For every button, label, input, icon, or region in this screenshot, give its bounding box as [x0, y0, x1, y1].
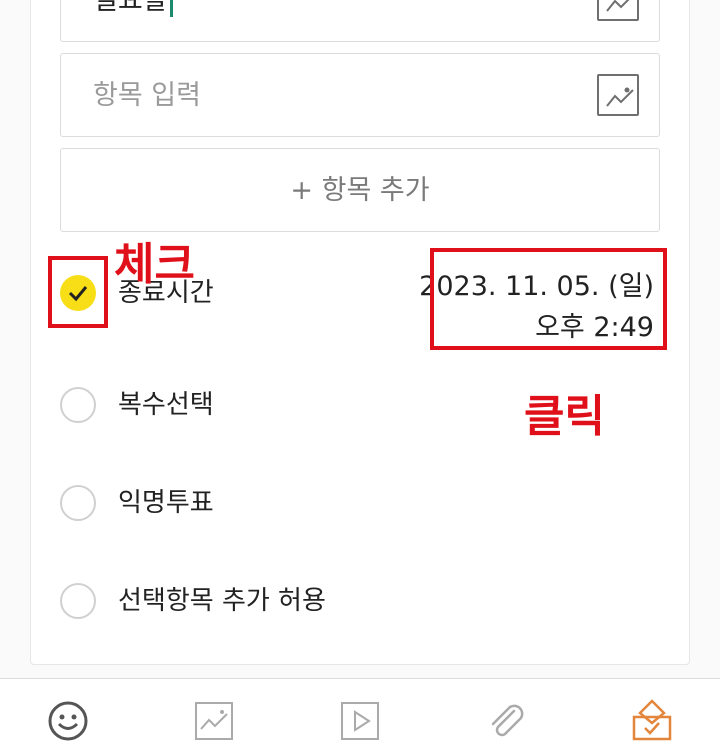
- emoji-button[interactable]: [46, 699, 90, 743]
- attach-icon: [491, 704, 524, 737]
- text-cursor: [169, 0, 173, 17]
- image-icon: [606, 0, 630, 12]
- allow-add-items-label: 선택항목 추가 허용: [118, 586, 326, 616]
- annotation-check-text: 체크: [114, 239, 195, 290]
- bottom-toolbar: [0, 678, 720, 746]
- item-image-button-1[interactable]: [597, 0, 639, 21]
- poll-item-1-text: 필요할: [93, 0, 168, 16]
- emoji-icon: [48, 701, 88, 741]
- image-icon: [606, 87, 634, 107]
- add-item-label: + 항목 추가: [290, 175, 430, 206]
- annotation-click-text: 클릭: [524, 391, 605, 442]
- multiple-choice-checkbox[interactable]: [60, 387, 96, 423]
- image-button[interactable]: [192, 699, 236, 743]
- vote-icon: [632, 699, 672, 741]
- item-image-button-2[interactable]: [597, 74, 639, 116]
- allow-add-items-checkbox[interactable]: [60, 583, 96, 619]
- video-icon: [341, 702, 379, 740]
- annotation-check-highlight: [48, 256, 108, 328]
- video-button[interactable]: [338, 699, 382, 743]
- poll-item-field-1[interactable]: 필요할: [60, 0, 660, 42]
- anonymous-vote-label: 익명투표: [118, 488, 214, 518]
- add-item-button[interactable]: + 항목 추가: [60, 148, 660, 232]
- attach-button[interactable]: [484, 699, 528, 743]
- image-icon: [195, 702, 233, 740]
- vote-button[interactable]: [630, 695, 674, 741]
- multiple-choice-label: 복수선택: [118, 390, 214, 420]
- poll-item-field-2[interactable]: 항목 입력: [60, 53, 660, 137]
- poll-item-2-placeholder: 항목 입력: [93, 80, 201, 111]
- anonymous-vote-checkbox[interactable]: [60, 485, 96, 521]
- annotation-date-highlight: [430, 248, 667, 350]
